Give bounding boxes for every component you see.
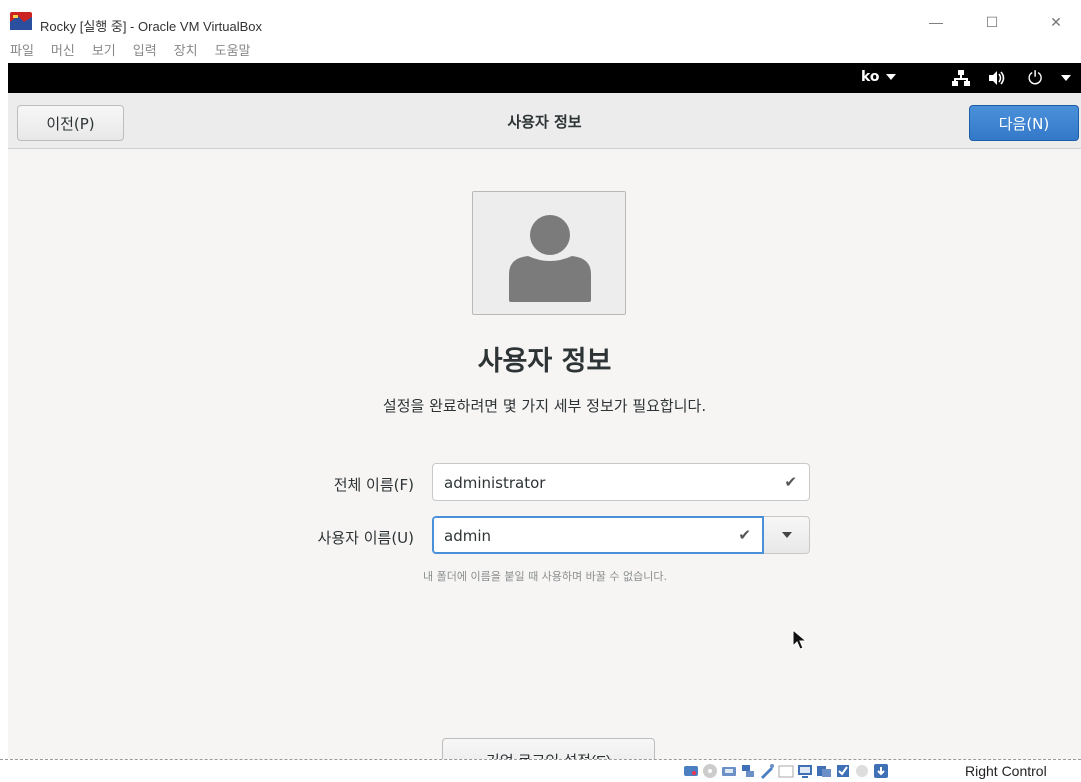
checkmark-icon: ✔: [784, 473, 797, 491]
host-key-label: Right Control: [965, 763, 1047, 779]
language-code: ko: [861, 69, 880, 85]
username-label: 사용자 이름(U): [317, 529, 414, 547]
full-name-value: administrator: [444, 474, 546, 492]
enterprise-login-button[interactable]: 기업 로그인 설정(E): [442, 738, 655, 759]
menu-view[interactable]: 보기: [92, 42, 125, 62]
menu-file[interactable]: 파일: [10, 42, 43, 62]
system-top-bar: ko ⏻: [8, 63, 1081, 93]
vm-status-bar: Right Control: [0, 759, 1081, 782]
mouse-integration-icon[interactable]: [854, 763, 870, 779]
window-titlebar: Rocky [실행 중] - Oracle VM VirtualBox — ☐ …: [0, 0, 1081, 42]
header-title: 사용자 정보: [507, 113, 582, 131]
menu-input[interactable]: 입력: [133, 42, 166, 62]
close-button[interactable]: ✕: [1044, 10, 1068, 34]
status-icons: [683, 763, 889, 779]
checkmark-icon: ✔: [738, 526, 751, 544]
menu-machine[interactable]: 머신: [51, 42, 84, 62]
maximize-button[interactable]: ☐: [980, 10, 1004, 34]
chevron-down-icon: [781, 532, 792, 538]
minimize-button[interactable]: —: [924, 10, 948, 34]
page-subtitle: 설정을 완료하려면 몇 가지 세부 정보가 필요합니다.: [382, 397, 707, 415]
recording-icon[interactable]: [816, 763, 832, 779]
mouse-cursor-icon: [792, 629, 808, 650]
usb-icon[interactable]: [759, 763, 775, 779]
shared-folder-icon[interactable]: [778, 763, 794, 779]
page-title: 사용자 정보: [477, 346, 612, 377]
username-value: admin: [444, 527, 491, 545]
chevron-down-icon: [885, 74, 896, 80]
user-info-page: 사용자 정보 설정을 완료하려면 몇 가지 세부 정보가 필요합니다. 전체 이…: [8, 149, 1081, 759]
user-avatar-icon: [509, 215, 591, 302]
header-bar: 이전(P) 사용자 정보 다음(N): [8, 93, 1081, 149]
language-indicator[interactable]: ko: [861, 69, 896, 85]
audio-icon[interactable]: [721, 763, 737, 779]
display-icon[interactable]: [797, 763, 813, 779]
username-field[interactable]: admin ✔: [432, 516, 764, 554]
menu-help[interactable]: 도움말: [215, 42, 260, 62]
cpu-icon[interactable]: [835, 763, 851, 779]
previous-button[interactable]: 이전(P): [17, 105, 124, 141]
power-menu-chevron-icon[interactable]: [1061, 75, 1071, 81]
menu-devices[interactable]: 장치: [174, 42, 207, 62]
menu-bar: 파일 머신 보기 입력 장치 도움말: [0, 42, 1081, 62]
window-title: Rocky [실행 중] - Oracle VM VirtualBox: [40, 19, 263, 34]
full-name-field[interactable]: administrator ✔: [432, 463, 810, 501]
full-name-label: 전체 이름(F): [333, 476, 414, 494]
avatar-button[interactable]: [472, 191, 626, 315]
network-adapter-icon[interactable]: [740, 763, 756, 779]
volume-icon[interactable]: [988, 70, 1006, 86]
network-icon[interactable]: [952, 70, 970, 86]
next-button[interactable]: 다음(N): [969, 105, 1079, 141]
username-dropdown-button[interactable]: [764, 516, 810, 554]
keyboard-capture-icon[interactable]: [873, 763, 889, 779]
virtualbox-app-icon: [10, 12, 32, 30]
optical-drive-icon[interactable]: [702, 763, 718, 779]
hard-disk-icon[interactable]: [683, 763, 699, 779]
username-hint: 내 폴더에 이름을 붙일 때 사용하며 바꿀 수 없습니다.: [423, 570, 667, 583]
power-icon[interactable]: ⏻: [1028, 68, 1042, 89]
